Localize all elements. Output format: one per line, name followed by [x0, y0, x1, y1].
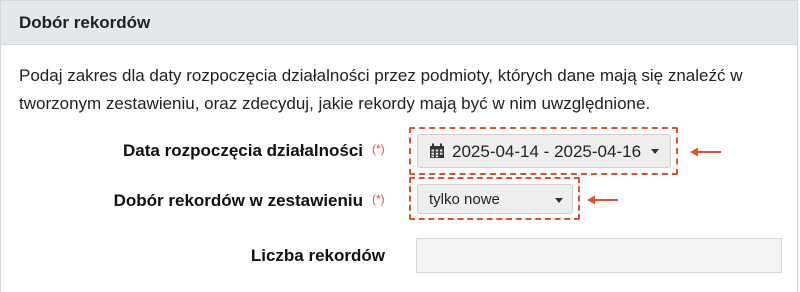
- record-count-input[interactable]: [416, 238, 782, 273]
- record-selection-label: Dobór rekordów w zestawieniu: [113, 191, 363, 210]
- record-count-label: Liczba rekordów: [250, 246, 385, 265]
- date-range-label-row: Data rozpoczęcia działalności: [1, 141, 363, 165]
- intro-text: Podaj zakres dla daty rozpoczęcia działa…: [19, 66, 743, 113]
- required-marker: (*): [372, 142, 385, 156]
- date-range-highlight: [409, 127, 678, 175]
- records-panel: Dobór rekordów Podaj zakres dla daty roz…: [0, 0, 798, 292]
- date-range-label: Data rozpoczęcia działalności: [123, 141, 363, 160]
- record-count-label-row: Liczba rekordów: [1, 246, 385, 270]
- record-selection-highlight: [409, 177, 580, 220]
- arrow-left-icon: [690, 147, 721, 157]
- required-marker: (*): [372, 192, 385, 206]
- panel-title: Dobór rekordów: [19, 13, 151, 32]
- panel-header: Dobór rekordów: [1, 1, 797, 45]
- arrow-left-icon: [587, 195, 618, 205]
- record-selection-label-row: Dobór rekordów w zestawieniu: [1, 191, 363, 215]
